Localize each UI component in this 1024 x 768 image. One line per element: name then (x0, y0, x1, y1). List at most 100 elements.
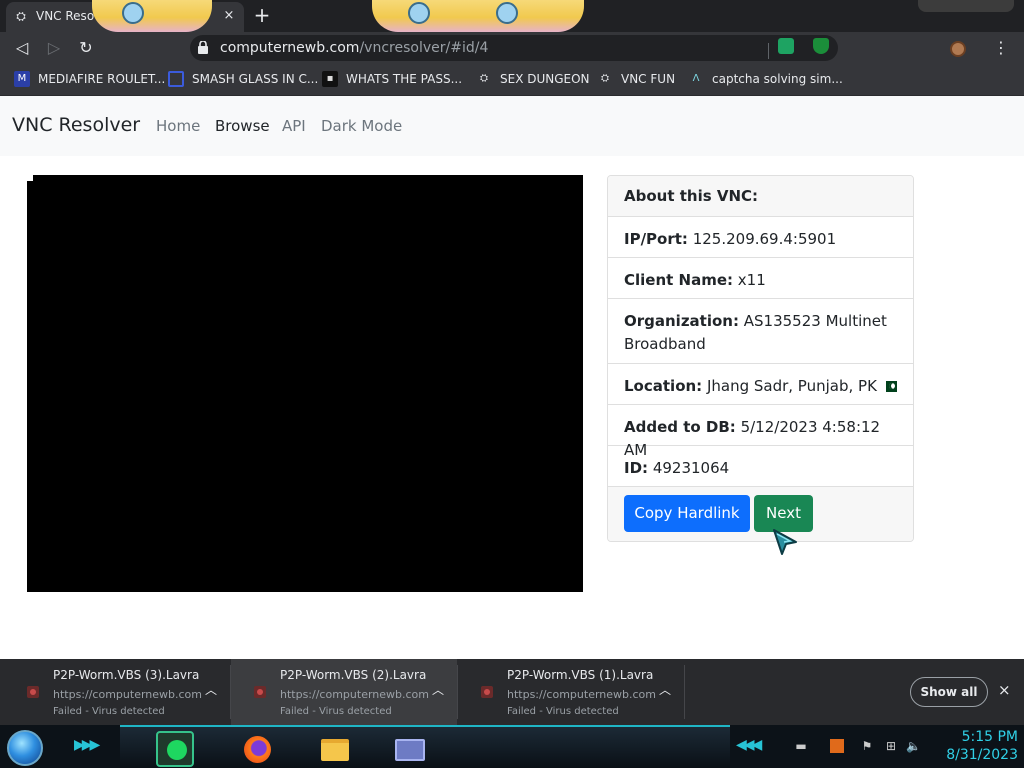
app-window-taskbar-button[interactable] (390, 731, 428, 767)
bookmark-smash-glass[interactable]: SMASH GLASS IN C... (168, 71, 318, 89)
show-all-downloads-button[interactable]: Show all (910, 677, 988, 707)
clock-time: 5:15 PM (961, 729, 1018, 745)
app-window-icon (395, 739, 425, 761)
bookmark-dark-icon: ▪ (322, 71, 338, 87)
theme-character-art (372, 0, 584, 32)
show-hidden-icons-icon[interactable]: ▬ (794, 739, 808, 753)
mouse-cursor-icon (773, 529, 797, 555)
bookmark-square-icon (168, 71, 184, 87)
firefox-taskbar-button[interactable] (238, 731, 276, 767)
back-button[interactable]: ◁ (10, 36, 34, 60)
url-path-tail: #id/4 (450, 40, 489, 56)
system-clock[interactable]: 5:15 PM 8/31/2023 (928, 728, 1018, 764)
bookmark-label: SEX DUNGEON (500, 72, 590, 86)
bookmark-label: SMASH GLASS IN C... (192, 72, 319, 86)
organization-row: Organization: AS135523 Multinet Broadban… (608, 299, 913, 364)
spotify-taskbar-button[interactable] (156, 731, 194, 767)
address-url: computernewb.com/vncresolver/#id/4 (220, 40, 488, 56)
card-footer: Copy Hardlink Next (608, 487, 913, 541)
download-bar: P2P-Worm.VBS (3).Lavra https://computern… (0, 659, 1024, 725)
bookmark-vnc-fun[interactable]: ⛭ VNC FUN (597, 71, 675, 89)
close-download-bar-icon[interactable]: × (998, 681, 1011, 699)
id-label: ID: (624, 459, 649, 477)
bookmark-label: VNC FUN (621, 72, 676, 86)
pakistan-flag-icon (881, 381, 897, 392)
reload-button[interactable]: ↻ (74, 36, 98, 60)
new-tab-button[interactable]: + (250, 4, 274, 28)
vnc-icon: ⛭ (480, 73, 488, 84)
action-center-flag-icon[interactable]: ⚑ (860, 739, 874, 753)
taskbar-decoration-arrows: ◀◀◀ (736, 737, 762, 753)
bookmark-sex-dungeon[interactable]: ⛭ SEX DUNGEON (476, 71, 590, 89)
theme-character-eye (496, 2, 518, 24)
copy-hardlink-button[interactable]: Copy Hardlink (624, 495, 750, 532)
chevron-up-icon[interactable]: ︿ (203, 681, 219, 697)
download-source-url: https://computernewb.com (507, 688, 656, 701)
bookmark-label: captcha solving sim... (712, 72, 843, 86)
start-button[interactable] (7, 730, 43, 766)
download-item[interactable]: P2P-Worm.VBS (1).Lavra https://computern… (458, 659, 684, 725)
forward-button[interactable]: ▷ (42, 36, 66, 60)
theme-character-eye (122, 2, 144, 24)
tray-app-icon[interactable] (830, 739, 844, 753)
download-status: Failed - Virus detected (53, 706, 165, 717)
nav-browse[interactable]: Browse (215, 117, 270, 135)
ip-port-row: IP/Port: 125.209.69.4:5901 (608, 217, 913, 258)
organization-label: Organization: (624, 312, 739, 330)
next-button[interactable]: Next (754, 495, 813, 532)
client-name-row: Client Name: x11 (608, 258, 913, 299)
bookmark-captcha-solving[interactable]: Λcaptcha solving sim... (688, 71, 843, 89)
nav-home[interactable]: Home (156, 117, 200, 135)
download-source-url: https://computernewb.com (280, 688, 429, 701)
nav-api[interactable]: API (282, 117, 306, 135)
id-value: 49231064 (652, 459, 730, 477)
network-icon[interactable]: ⊞ (884, 739, 898, 753)
theme-character-eye (408, 2, 430, 24)
nav-dark-mode[interactable]: Dark Mode (321, 117, 402, 135)
tab-title: VNC Reso (36, 9, 95, 23)
taskbar-decoration-arrows: ▶▶▶ (74, 737, 100, 753)
firefox-icon (244, 736, 271, 763)
card-header: About this VNC: (608, 176, 913, 217)
bookmark-mediafire[interactable]: M MEDIAFIRE ROULET... (14, 71, 165, 89)
volume-icon[interactable]: 🔈 (906, 739, 921, 753)
window-controls[interactable] (918, 0, 1014, 12)
download-filename: P2P-Worm.VBS (2).Lavra (280, 668, 427, 682)
location-label: Location: (624, 377, 703, 395)
site-navbar: VNC Resolver Home Browse API Dark Mode (0, 96, 1024, 156)
ip-port-label: IP/Port: (624, 230, 688, 248)
file-explorer-icon (321, 739, 349, 761)
chevron-up-icon[interactable]: ︿ (430, 681, 446, 697)
close-tab-icon[interactable]: × (220, 7, 238, 25)
bookmark-label: WHATS THE PASS... (346, 72, 463, 86)
vnc-info-card: About this VNC: IP/Port: 125.209.69.4:59… (607, 175, 914, 542)
file-explorer-taskbar-button[interactable] (316, 731, 354, 767)
download-status: Failed - Virus detected (280, 706, 392, 717)
taskbar: ▶▶▶ ◀◀◀ ▬ ⚑ ⊞ 🔈 5:15 PM 8/31/2023 (0, 725, 1024, 768)
site-brand[interactable]: VNC Resolver (12, 114, 140, 136)
bookmark-whats-the-pass[interactable]: ▪ WHATS THE PASS... (322, 71, 462, 89)
vnc-icon: ⛭ (601, 73, 609, 84)
address-bar[interactable]: computernewb.com/vncresolver/#id/4 (190, 35, 838, 61)
url-host: computernewb.com (220, 40, 360, 56)
browser-menu-icon[interactable]: ⋮ (993, 36, 1009, 60)
lock-icon (198, 41, 208, 54)
taskbar-app-frame (120, 725, 730, 768)
download-divider (684, 665, 685, 719)
mediafire-icon: M (14, 71, 30, 87)
vnc-icon: ⛭ (16, 9, 26, 23)
download-item[interactable]: P2P-Worm.VBS (2).Lavra https://computern… (231, 659, 457, 725)
browser-tab-strip: ⛭ VNC Reso × + (0, 0, 1024, 32)
download-filename: P2P-Worm.VBS (1).Lavra (507, 668, 654, 682)
extension-shield-icon[interactable] (813, 38, 829, 54)
added-to-db-row: Added to DB: 5/12/2023 4:58:12 AM (608, 405, 913, 459)
spotify-icon (167, 740, 187, 760)
client-name-label: Client Name: (624, 271, 734, 289)
ip-port-value: 125.209.69.4:5901 (692, 230, 837, 248)
extension-chat-icon[interactable] (778, 38, 794, 54)
caret-icon: Λ (692, 73, 700, 84)
profile-avatar[interactable] (950, 41, 966, 57)
download-item[interactable]: P2P-Worm.VBS (3).Lavra https://computern… (4, 659, 230, 725)
theme-character-art (92, 0, 212, 32)
chevron-up-icon[interactable]: ︿ (657, 681, 673, 697)
